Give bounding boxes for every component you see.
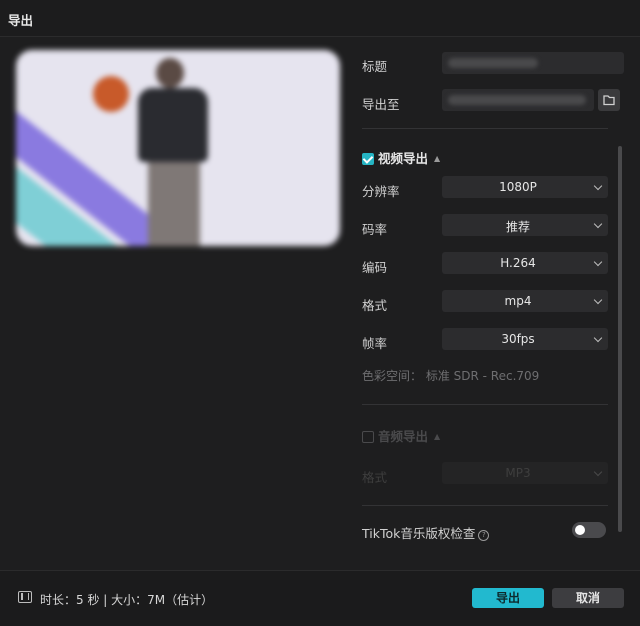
- title-value-redacted: [448, 58, 538, 68]
- resolution-value: 1080P: [499, 180, 537, 194]
- framerate-value: 30fps: [501, 332, 535, 346]
- title-input[interactable]: [442, 52, 624, 74]
- codec-label: 编码: [362, 260, 388, 275]
- codec-value: H.264: [500, 256, 536, 270]
- audio-export-checkbox[interactable]: [362, 431, 374, 443]
- preview-figure-head: [156, 58, 184, 88]
- audio-export-label: 音频导出: [378, 429, 429, 444]
- color-space-info: 色彩空间： 标准 SDR - Rec.709: [362, 369, 540, 383]
- preview-figure-legs: [148, 160, 200, 246]
- divider: [362, 404, 608, 405]
- divider: [362, 505, 608, 506]
- export-button[interactable]: 导出: [472, 588, 544, 608]
- chevron-down-icon: [593, 295, 603, 305]
- resolution-label: 分辨率: [362, 184, 400, 199]
- audio-export-section[interactable]: 音频导出 ▲: [362, 426, 440, 445]
- format-select[interactable]: mp4: [442, 290, 608, 312]
- film-icon: [18, 591, 32, 603]
- chevron-up-icon[interactable]: ▲: [434, 432, 440, 441]
- divider: [362, 128, 608, 129]
- resolution-select[interactable]: 1080P: [442, 176, 608, 198]
- window-title: 导出: [8, 13, 34, 28]
- title-bar: 导出: [0, 0, 640, 37]
- tiktok-copyright-toggle[interactable]: [572, 522, 606, 538]
- tiktok-copyright-check-label: TikTok音乐版权检查?: [362, 523, 490, 542]
- cancel-button[interactable]: 取消: [552, 588, 624, 608]
- settings-scrollbar[interactable]: [618, 146, 622, 532]
- video-export-section[interactable]: 视频导出 ▲: [362, 148, 440, 167]
- export-to-label: 导出至: [362, 97, 400, 112]
- format-value: mp4: [504, 294, 532, 308]
- chevron-up-icon[interactable]: ▲: [434, 154, 440, 163]
- export-path-input[interactable]: [442, 89, 594, 111]
- preview-figure-torso: [138, 88, 208, 162]
- bitrate-value: 推荐: [505, 220, 530, 234]
- tiktok-copyright-check-text: TikTok音乐版权检查: [362, 526, 476, 541]
- chevron-down-icon: [593, 181, 603, 191]
- video-preview: [16, 50, 340, 246]
- help-icon[interactable]: ?: [478, 530, 490, 541]
- toggle-knob: [575, 525, 585, 535]
- audio-format-label: 格式: [362, 470, 388, 485]
- chevron-down-icon: [593, 467, 603, 477]
- preview-basketball: [93, 76, 129, 112]
- chevron-down-icon: [593, 219, 603, 229]
- title-label: 标题: [362, 59, 388, 74]
- audio-format-select[interactable]: MP3: [442, 462, 608, 484]
- framerate-label: 帧率: [362, 336, 388, 351]
- chevron-down-icon: [593, 257, 603, 267]
- audio-format-value: MP3: [505, 466, 531, 480]
- export-summary: 时长：5 秒 | 大小：7M（估计）: [40, 593, 214, 607]
- codec-select[interactable]: H.264: [442, 252, 608, 274]
- video-export-checkbox[interactable]: [362, 153, 374, 165]
- video-export-label: 视频导出: [378, 151, 429, 166]
- bitrate-label: 码率: [362, 222, 388, 237]
- export-path-redacted: [448, 95, 586, 105]
- bitrate-select[interactable]: 推荐: [442, 214, 608, 236]
- browse-folder-button[interactable]: [598, 89, 620, 111]
- framerate-select[interactable]: 30fps: [442, 328, 608, 350]
- folder-icon: [603, 95, 615, 106]
- format-label: 格式: [362, 298, 388, 313]
- chevron-down-icon: [593, 333, 603, 343]
